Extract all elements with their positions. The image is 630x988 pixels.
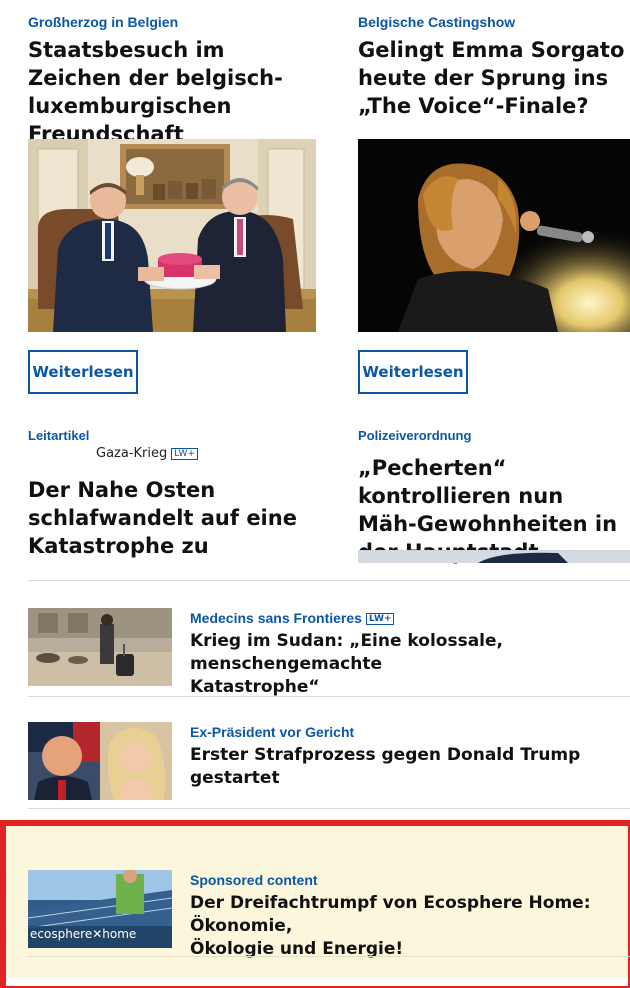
royal-meeting-photo: [28, 139, 316, 332]
sponsored-title[interactable]: Der Dreifachtrumpf von Ecosphere Home: Ö…: [190, 892, 630, 961]
list-item-kicker: Ex-Präsident vor Gericht: [190, 724, 355, 740]
trump-daniels-photo: [28, 722, 172, 800]
article-kicker: Polizeiverordnung: [358, 428, 472, 443]
article-subkicker: Gaza-Krieg LW+: [96, 446, 198, 461]
list-item-sudan[interactable]: Medecins sans Frontieres LW+ Krieg im Sud…: [28, 608, 630, 698]
x-mark-icon: ✕: [92, 927, 103, 941]
article-headline[interactable]: Der Nahe Osten schlafwandelt auf eine Ka…: [28, 476, 298, 560]
logo-text-2: home: [102, 927, 137, 941]
read-more-button[interactable]: Weiterlesen: [28, 350, 138, 394]
article-card-police[interactable]: Polizeiverordnung „Pecherten“ kontrollie…: [358, 428, 630, 588]
logo-text-1: ecosphere: [30, 927, 93, 941]
article-kicker: Großherzog in Belgien: [28, 14, 179, 30]
divider: [28, 956, 630, 957]
premium-badge-icon: LW+: [171, 447, 198, 460]
list-item-trump[interactable]: Ex-Präsident vor Gericht Erster Strafpro…: [28, 722, 630, 812]
read-more-button[interactable]: Weiterlesen: [358, 350, 468, 394]
article-headline[interactable]: Staatsbesuch im Zeichen der belgisch-lux…: [28, 36, 318, 148]
ecosphere-logo: ecosphere✕home: [30, 927, 170, 941]
kicker-text: Medecins sans Frontieres: [190, 610, 362, 626]
news-page: Großherzog in Belgien Staatsbesuch im Ze…: [0, 0, 630, 988]
refugees-photo: [28, 608, 172, 686]
list-item-kicker: Medecins sans Frontieres LW+: [190, 610, 395, 626]
article-kicker: Belgische Castingshow: [358, 14, 516, 30]
article-image-singer[interactable]: [358, 139, 630, 332]
article-kicker: Leitartikel: [28, 428, 90, 443]
article-card-editorial[interactable]: Leitartikel Gaza-Krieg LW+ Der Nahe Osten…: [28, 428, 328, 588]
article-image-peek: [358, 550, 630, 563]
article-headline[interactable]: Gelingt Emma Sorgato heute der Sprung in…: [358, 36, 630, 120]
thumbnail-ecosphere: ecosphere✕home: [28, 870, 172, 948]
article-image-royal[interactable]: [28, 139, 316, 332]
divider: [28, 580, 630, 581]
subkicker-text: Gaza-Krieg: [96, 446, 168, 461]
list-item-sponsored[interactable]: ecosphere✕home Sponsored content Der Dre…: [28, 870, 630, 959]
list-item-title[interactable]: Erster Strafprozess gegen Donald Trump g…: [190, 744, 630, 790]
thumbnail-refugees: [28, 608, 172, 686]
thumbnail-trump-daniels: [28, 722, 172, 800]
premium-badge-icon: LW+: [365, 613, 395, 626]
list-item-title[interactable]: Krieg im Sudan: „Eine kolossale, mensche…: [190, 630, 630, 699]
singer-stage-photo: [358, 139, 630, 332]
image-strip: [358, 551, 630, 563]
sponsored-label: Sponsored content: [190, 872, 318, 888]
divider: [28, 808, 630, 809]
divider: [28, 696, 630, 697]
